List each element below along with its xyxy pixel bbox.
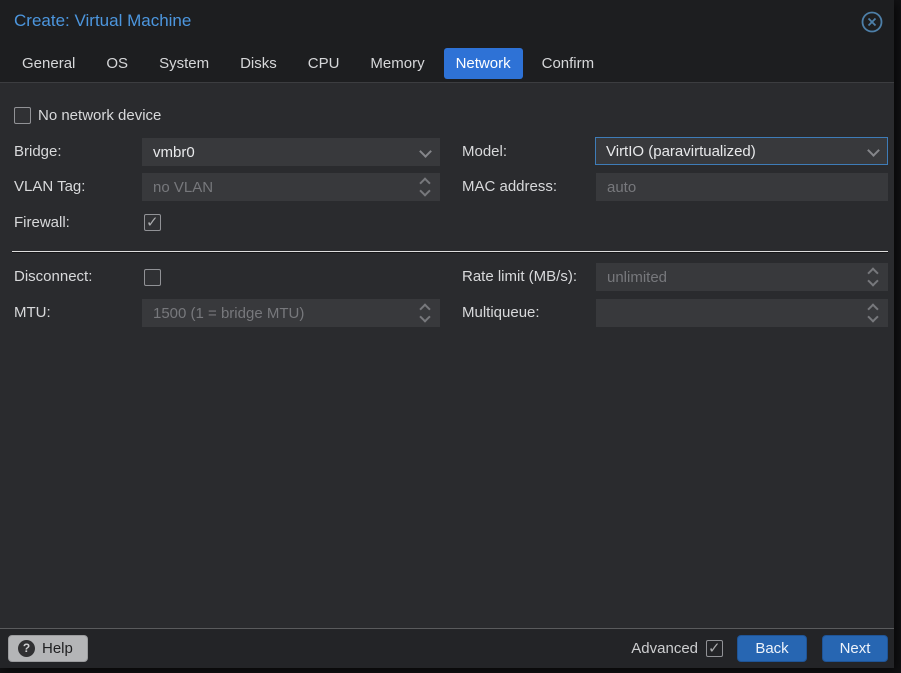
tab-system[interactable]: System — [147, 48, 221, 79]
firewall-label: Firewall: — [14, 214, 70, 231]
dialog-titlebar: Create: Virtual Machine — [0, 0, 894, 44]
disconnect-checkbox[interactable] — [144, 269, 161, 286]
multiqueue-label: Multiqueue: — [462, 304, 540, 321]
mac-address-field[interactable] — [596, 173, 888, 201]
bridge-input[interactable] — [143, 139, 439, 165]
back-button[interactable]: Back — [737, 635, 807, 662]
help-button-label: Help — [42, 640, 73, 657]
model-label: Model: — [462, 143, 508, 160]
tab-confirm[interactable]: Confirm — [530, 48, 607, 79]
dialog-footer: ? Help Advanced Back Next — [0, 628, 894, 668]
tab-memory[interactable]: Memory — [358, 48, 436, 79]
vlan-tag-spinner[interactable] — [142, 173, 440, 201]
help-button[interactable]: ? Help — [8, 635, 88, 662]
mtu-input[interactable] — [143, 300, 439, 326]
network-form: No network device Bridge: Model: VLAN Ta… — [0, 84, 894, 628]
mac-address-label: MAC address: — [462, 178, 558, 195]
bridge-label: Bridge: — [14, 143, 62, 160]
bridge-combobox[interactable] — [142, 138, 440, 166]
rate-limit-label: Rate limit (MB/s): — [462, 268, 578, 285]
tab-disks[interactable]: Disks — [228, 48, 289, 79]
no-network-device-label: No network device — [38, 107, 162, 124]
tab-network[interactable]: Network — [443, 47, 523, 79]
model-combobox[interactable] — [595, 137, 888, 165]
vlan-tag-label: VLAN Tag: — [14, 178, 86, 195]
create-vm-dialog: Create: Virtual Machine General OS Syste… — [0, 0, 894, 668]
section-divider — [12, 251, 888, 252]
no-network-device-checkbox[interactable] — [14, 107, 31, 124]
page-background: Create: Virtual Machine General OS Syste… — [0, 0, 901, 673]
multiqueue-spinner[interactable] — [596, 299, 888, 327]
model-input[interactable] — [596, 138, 887, 164]
rate-limit-spinner[interactable] — [596, 263, 888, 291]
tab-cpu[interactable]: CPU — [296, 48, 352, 79]
rate-limit-input[interactable] — [597, 264, 887, 290]
mac-address-input[interactable] — [597, 174, 887, 200]
tab-os[interactable]: OS — [94, 48, 140, 79]
firewall-checkbox[interactable] — [144, 213, 161, 231]
question-mark-icon: ? — [18, 640, 35, 657]
vlan-tag-input[interactable] — [143, 174, 439, 200]
wizard-tabbar: General OS System Disks CPU Memory Netwo… — [0, 44, 894, 83]
mtu-spinner[interactable] — [142, 299, 440, 327]
dialog-title: Create: Virtual Machine — [14, 11, 192, 30]
advanced-label: Advanced — [631, 640, 698, 657]
next-button[interactable]: Next — [822, 635, 888, 662]
mtu-label: MTU: — [14, 304, 51, 321]
multiqueue-input[interactable] — [597, 300, 887, 326]
advanced-checkbox[interactable] — [706, 639, 723, 657]
disconnect-label: Disconnect: — [14, 268, 93, 285]
close-icon[interactable] — [861, 11, 883, 33]
tab-general[interactable]: General — [10, 48, 87, 79]
